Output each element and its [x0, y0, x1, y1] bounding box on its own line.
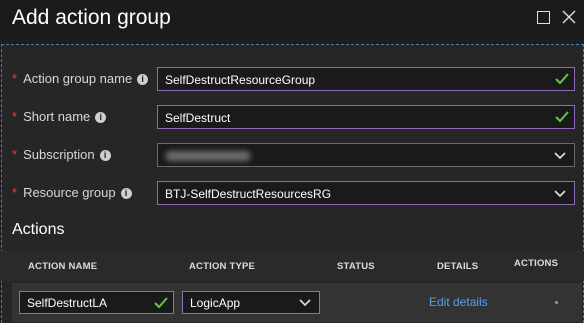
chevron-down-icon — [554, 152, 566, 160]
column-header-details: DETAILS — [437, 261, 479, 272]
required-asterisk: * — [12, 109, 18, 124]
short-name-row: * Short name i SelfDestruct — [0, 105, 584, 131]
info-icon[interactable]: i — [120, 188, 132, 199]
required-asterisk: * — [12, 185, 18, 200]
column-header-actions: ACTIONS — [514, 258, 559, 269]
resource-group-value: BTJ-SelfDestructResourcesRG — [165, 187, 332, 201]
actions-table-header: ACTION NAME ACTION TYPE STATUS DETAILS A… — [0, 251, 584, 281]
action-group-name-value: SelfDestructResourceGroup — [165, 73, 316, 87]
info-icon[interactable]: i — [137, 74, 149, 85]
resource-group-dropdown[interactable]: BTJ-SelfDestructResourcesRG — [157, 181, 575, 205]
chevron-down-icon — [299, 299, 311, 307]
action-group-name-field[interactable]: SelfDestructResourceGroup — [157, 67, 575, 91]
action-name-input[interactable]: SelfDestructLA — [19, 291, 174, 314]
subscription-label: * Subscription i — [12, 147, 111, 162]
close-icon — [562, 10, 576, 24]
action-name-value: SelfDestructLA — [27, 296, 108, 310]
checkmark-icon — [555, 111, 569, 123]
checkmark-icon — [555, 73, 569, 85]
close-button[interactable] — [560, 8, 580, 28]
column-header-status: STATUS — [337, 261, 375, 272]
resource-group-label: * Resource group i — [12, 185, 132, 200]
edit-details-link[interactable]: Edit details — [429, 295, 488, 309]
subscription-dropdown[interactable] — [157, 143, 575, 167]
row-actions-menu[interactable] — [555, 301, 558, 304]
action-type-value: LogicApp — [190, 296, 241, 310]
maximize-icon — [537, 11, 550, 24]
required-asterisk: * — [12, 71, 18, 86]
short-name-label: * Short name i — [12, 109, 107, 124]
short-name-value: SelfDestruct — [165, 111, 231, 125]
subscription-row: * Subscription i — [0, 143, 584, 169]
column-header-action-type: ACTION TYPE — [189, 261, 256, 272]
info-icon[interactable]: i — [99, 150, 111, 161]
actions-heading: Actions — [12, 221, 65, 238]
table-row: SelfDestructLA LogicApp Edit details — [12, 283, 582, 322]
window-title-bar: Add action group — [0, 0, 584, 40]
chevron-down-icon — [554, 190, 566, 198]
redacted-subscription-value — [166, 151, 250, 161]
resource-group-row: * Resource group i BTJ-SelfDestructResourc… — [0, 181, 584, 207]
maximize-button[interactable] — [534, 8, 554, 28]
action-group-name-label: * Action group name i — [12, 71, 149, 86]
info-icon[interactable]: i — [95, 112, 107, 123]
column-header-action-name: ACTION NAME — [28, 261, 98, 272]
action-group-name-row: * Action group name i SelfDestructResource… — [0, 67, 584, 93]
action-type-dropdown[interactable]: LogicApp — [182, 291, 320, 314]
window-title: Add action group — [12, 6, 171, 29]
checkmark-icon — [154, 297, 168, 309]
short-name-field[interactable]: SelfDestruct — [157, 105, 575, 129]
required-asterisk: * — [12, 147, 18, 162]
